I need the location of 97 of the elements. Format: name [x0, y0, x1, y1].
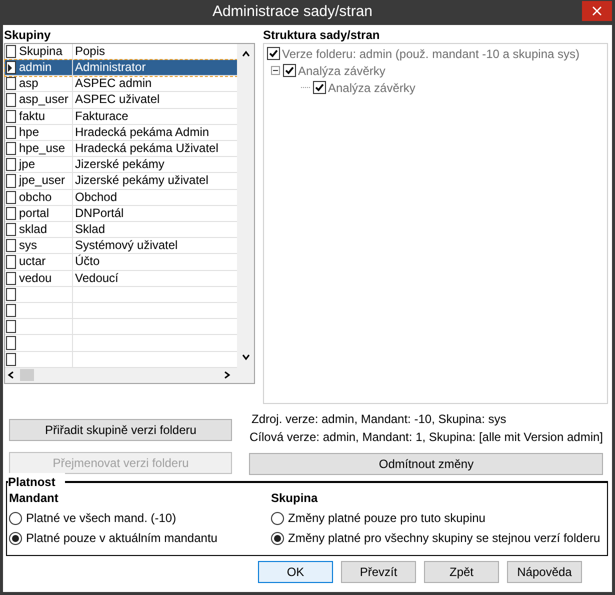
- row-header: [6, 320, 16, 334]
- table-cell: jpe: [17, 157, 73, 172]
- section-label: Skupina: [271, 490, 319, 507]
- tree-item[interactable]: Analýza závěrky: [328, 78, 416, 96]
- table-cell: admin: [17, 60, 73, 76]
- button[interactable]: Přiřadit skupině verzi folderu: [9, 419, 232, 441]
- button[interactable]: Odmítnout změny: [249, 453, 603, 475]
- section-title: Skupiny: [4, 28, 52, 43]
- collapse-icon[interactable]: [271, 66, 280, 75]
- radio-label[interactable]: Platné ve všech mand. (-10): [26, 509, 176, 527]
- table-cell-text: Účto: [74, 254, 101, 270]
- row-header: [6, 272, 16, 285]
- section-label: Mandant: [9, 490, 60, 507]
- row-header: [6, 206, 16, 220]
- table-cell-text: Jizerské pekámy uživatel: [74, 173, 210, 189]
- radio-button[interactable]: [271, 512, 284, 524]
- table-cell: asp: [17, 76, 73, 92]
- table-cell: faktu: [17, 108, 73, 124]
- window-title: Administrace sady/stran: [211, 2, 374, 22]
- table-row[interactable]: portal DNPortál: [5, 206, 237, 222]
- section-title: Struktura sady/stran: [263, 28, 381, 43]
- row-header: [6, 288, 16, 302]
- table-row[interactable]: uctar Účto: [5, 254, 237, 271]
- row-header: [6, 304, 16, 318]
- table-row[interactable]: hpe Hradecká pekáma Admin: [5, 124, 237, 142]
- table-row[interactable]: admin Administrator: [5, 60, 237, 76]
- radio-button[interactable]: [271, 532, 284, 544]
- table-cell: hpe_use: [17, 141, 73, 156]
- button[interactable]: Převzít: [341, 561, 416, 583]
- button[interactable]: OK: [258, 561, 333, 583]
- table-cell: portal: [17, 206, 73, 222]
- version-info: Zdroj. verze: admin, Mandant: -10, Skupina: sys: [250, 411, 508, 428]
- vertical-scrollbar[interactable]: [237, 44, 254, 383]
- row-header: [6, 126, 16, 140]
- row-header: [6, 223, 16, 236]
- radio-label[interactable]: Platné pouze v aktuálním mandantu: [26, 529, 218, 547]
- radio-label[interactable]: Změny platné pouze pro tuto skupinu: [288, 509, 486, 527]
- table-cell-text: Obchod: [74, 190, 118, 205]
- table-cell: obcho: [17, 190, 73, 205]
- row-header: [6, 77, 16, 90]
- table-cell-text: ASPEC uživatel: [74, 92, 161, 108]
- checkbox[interactable]: [313, 81, 326, 94]
- row-header: [6, 110, 16, 123]
- close-button[interactable]: [582, 1, 612, 21]
- table-cell-text: Hradecká pekáma Admin: [74, 124, 210, 140]
- row-header: [6, 255, 16, 269]
- button[interactable]: Nápověda: [507, 561, 582, 583]
- table-row[interactable]: asp ASPEC admin: [5, 76, 237, 92]
- checkbox[interactable]: [283, 64, 296, 77]
- row-header: [6, 174, 16, 188]
- table-cell-text: Systémový uživatel: [74, 238, 179, 254]
- table-row[interactable]: jpe Jizerské pekámy: [5, 157, 237, 174]
- tree-item[interactable]: Analýza závěrky: [298, 62, 386, 80]
- table-row[interactable]: obcho Obchod: [5, 190, 237, 206]
- table-cell-text: ASPEC admin: [74, 76, 153, 92]
- table-cell: sklad: [17, 222, 73, 238]
- table-cell: asp_user: [17, 92, 73, 108]
- radio-label[interactable]: Změny platné pro všechny skupiny se stejnou verzí folderu: [288, 529, 600, 547]
- row-header: [6, 142, 16, 156]
- table-cell-text: Vedoucí: [74, 270, 120, 286]
- table-cell-text: DNPortál: [74, 206, 125, 222]
- row-header: [6, 352, 16, 366]
- table-cell-text: Fakturace: [74, 108, 130, 124]
- checkbox[interactable]: [267, 47, 280, 60]
- column-header[interactable]: Popis: [73, 44, 237, 60]
- table-row[interactable]: faktu Fakturace: [5, 108, 237, 125]
- row-pointer-icon: [7, 64, 13, 72]
- table-cell: vedou: [17, 270, 73, 286]
- table-cell-text: Hradecká pekáma Uživatel: [74, 141, 220, 156]
- table-cell: sys: [17, 238, 73, 254]
- row-header: [6, 336, 16, 350]
- close-icon: [592, 6, 602, 16]
- table-row[interactable]: asp_user ASPEC uživatel: [5, 92, 237, 109]
- horizontal-scrollbar[interactable]: [5, 368, 237, 383]
- table-cell: hpe: [17, 124, 73, 140]
- tree-item[interactable]: Verze folderu: admin (použ. mandant -10 a skupina sys): [282, 44, 580, 62]
- check-icon: [315, 83, 324, 92]
- row-header: [6, 239, 16, 252]
- row-header: [6, 158, 16, 172]
- radio-button[interactable]: [9, 512, 22, 524]
- table-row[interactable]: sys Systémový uživatel: [5, 238, 237, 254]
- table-cell: uctar: [17, 254, 73, 270]
- table-cell-text: Administrator: [74, 60, 147, 76]
- table-row[interactable]: sklad Sklad: [5, 222, 237, 238]
- table-cell-text: Jizerské pekámy: [74, 157, 166, 172]
- version-info: Cílová verze: admin, Mandant: 1, Skupina: [alle mit Version admin]: [249, 429, 603, 446]
- table-cell-text: Sklad: [74, 222, 106, 238]
- table-row[interactable]: hpe_use Hradecká pekáma Uživatel: [5, 141, 237, 158]
- row-header: [6, 93, 16, 107]
- row-header: [6, 190, 16, 204]
- table-cell: jpe_user: [17, 173, 73, 189]
- button[interactable]: Zpět: [424, 561, 499, 583]
- row-header: [6, 45, 16, 58]
- scroll-thumb[interactable]: [20, 369, 34, 382]
- radio-button[interactable]: [9, 532, 22, 544]
- table-row[interactable]: vedou Vedoucí: [5, 270, 237, 287]
- table-row[interactable]: jpe_user Jizerské pekámy uživatel: [5, 173, 237, 190]
